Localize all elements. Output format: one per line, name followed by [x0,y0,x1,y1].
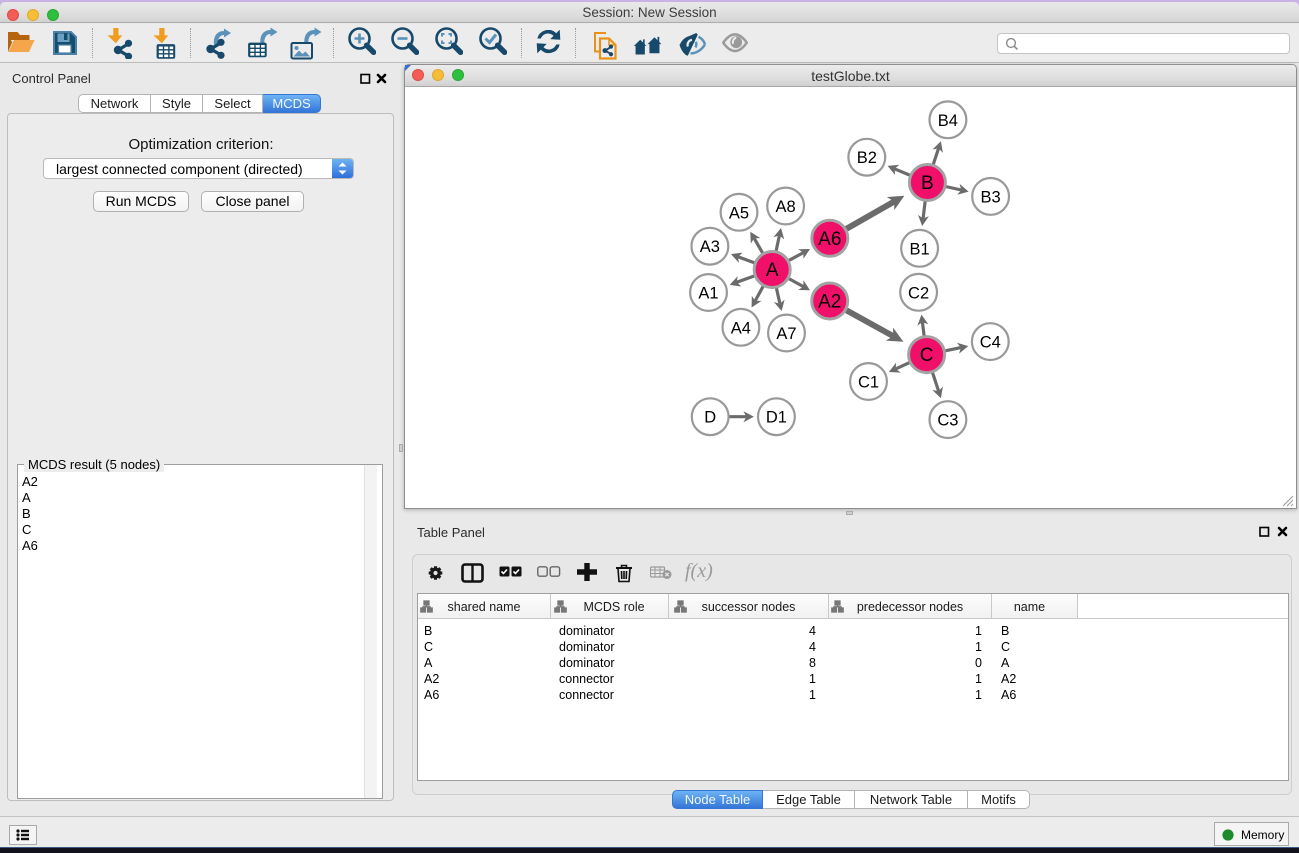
svg-text:B4: B4 [938,112,958,130]
svg-text:A6: A6 [818,229,841,250]
svg-text:A: A [766,260,779,281]
svg-text:A4: A4 [731,319,751,337]
svg-text:C1: C1 [858,374,879,392]
svg-text:A1: A1 [698,285,718,303]
svg-text:C4: C4 [980,334,1001,352]
svg-text:D1: D1 [766,409,787,427]
svg-text:A2: A2 [818,292,841,313]
svg-text:D: D [704,409,716,427]
svg-text:B1: B1 [910,240,930,258]
svg-text:B: B [921,173,934,194]
svg-text:B3: B3 [981,188,1001,206]
svg-text:C2: C2 [908,284,929,302]
svg-text:A5: A5 [729,204,749,222]
svg-text:B2: B2 [857,149,877,167]
svg-text:C: C [920,345,934,366]
svg-text:C3: C3 [937,412,958,430]
svg-text:A7: A7 [776,325,796,343]
svg-text:A3: A3 [700,238,720,256]
svg-text:A8: A8 [776,198,796,216]
